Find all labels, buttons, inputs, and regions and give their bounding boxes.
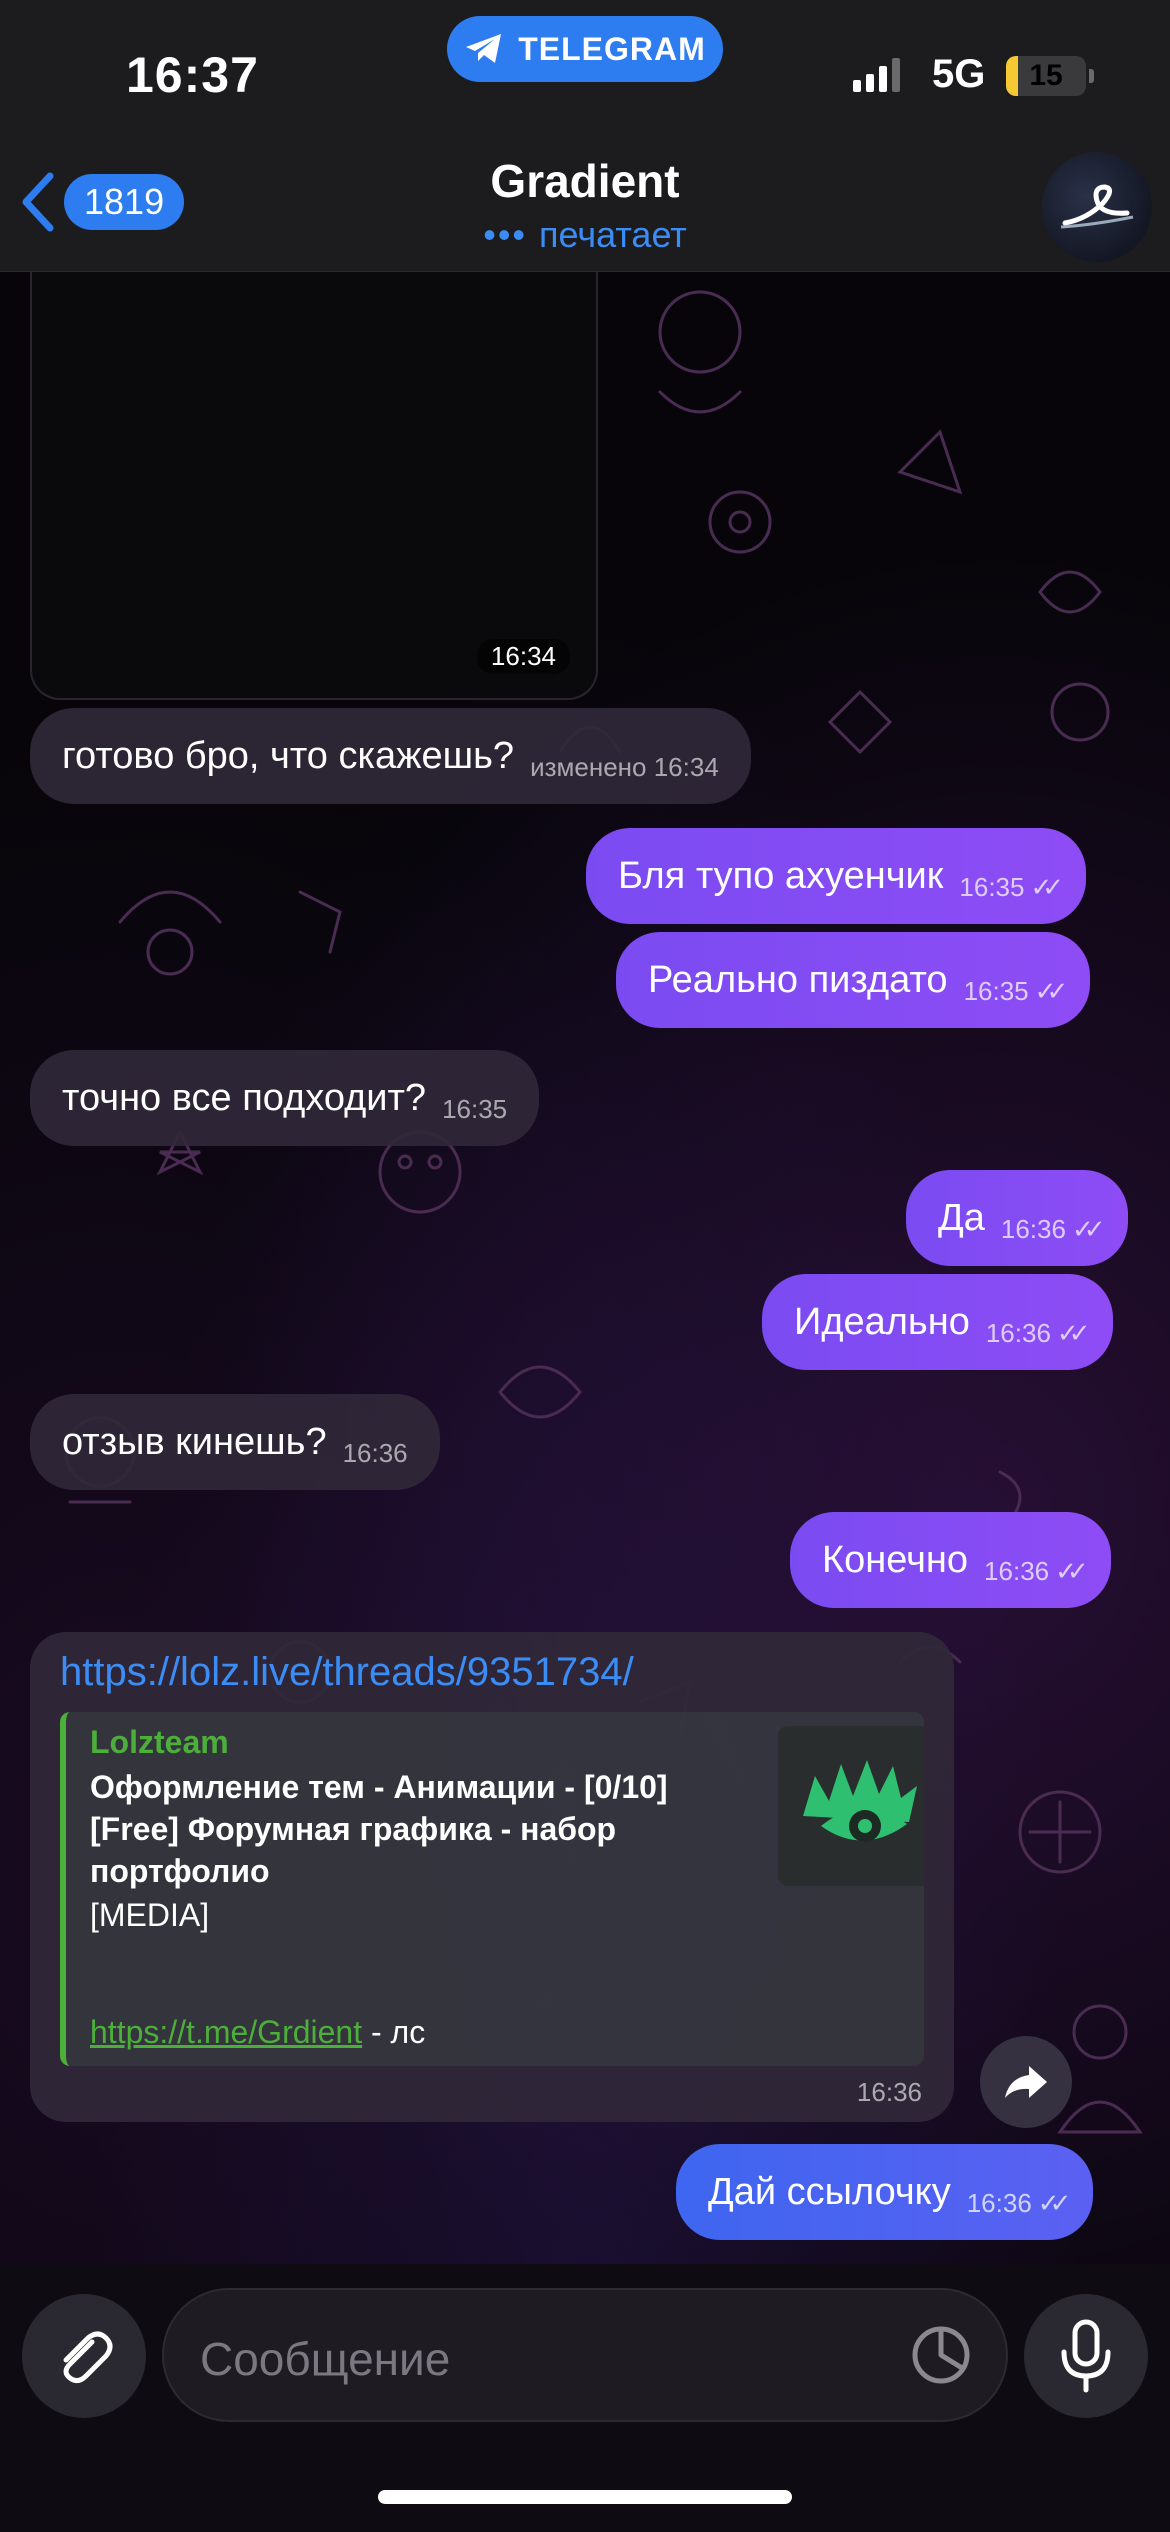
typing-label: печатает (539, 214, 687, 255)
signal-icon (853, 58, 900, 92)
sticker-icon[interactable] (906, 2320, 976, 2390)
preview-link-suffix: - лс (362, 2014, 426, 2050)
battery-cap (1089, 69, 1094, 83)
message-text: Реально пиздато (648, 958, 948, 1001)
message-meta: 16:36 (342, 1437, 408, 1468)
message-text: отзыв кинешь? (62, 1420, 327, 1463)
voice-record-button[interactable] (1024, 2294, 1148, 2418)
telegram-pill[interactable]: TELEGRAM (447, 16, 723, 82)
gradient-logo-icon (1060, 184, 1134, 229)
message-outgoing[interactable]: Бля тупо ахуенчик 16:35 ✓✓ (586, 828, 1087, 924)
message-text: Конечно (822, 1538, 969, 1581)
message-time: 16:35 (959, 871, 1025, 902)
battery-level: 15 (1029, 59, 1063, 92)
read-ticks-icon: ✓✓ (1030, 871, 1063, 902)
message-time: 16:36 (1000, 1213, 1066, 1244)
media-message[interactable]: 16:34 (30, 272, 598, 700)
message-meta: 16:36 ✓✓ (984, 1555, 1088, 1587)
message-text: точно все подходит? (62, 1076, 427, 1119)
chat-title[interactable]: Gradient (0, 154, 1170, 208)
message-meta: 16:35 ✓✓ (963, 975, 1068, 1007)
lolz-eye-logo-icon (803, 1760, 917, 1842)
read-ticks-icon: ✓✓ (1071, 1213, 1105, 1244)
read-ticks-icon: ✓✓ (1055, 1555, 1088, 1586)
message-text: Дай ссылочку (708, 2170, 951, 2213)
message-meta: 16:36 ✓✓ (985, 1317, 1090, 1349)
message-meta: изменено 16:34 (530, 751, 719, 782)
preview-link[interactable]: https://t.me/Grdient (90, 2014, 362, 2050)
message-input[interactable]: Сообщение (162, 2288, 1008, 2422)
preview-site-name: Lolzteam (90, 1724, 229, 1760)
message-text: Да (938, 1196, 985, 1239)
status-time: 16:37 (126, 47, 259, 103)
message-meta: 16:35 (442, 1093, 508, 1124)
attach-button[interactable] (22, 2294, 146, 2418)
telegram-plane-icon (466, 34, 502, 63)
preview-footer: https://t.me/Grdient - лс (90, 2014, 425, 2051)
typing-dots-icon: ••• (483, 214, 528, 255)
message-incoming[interactable]: готово бро, что скажешь? изменено 16:34 (30, 708, 751, 804)
message-time: 16:36 (856, 2077, 922, 2107)
preview-description: [MEDIA] (90, 1897, 210, 1933)
message-time: 16:36 (984, 1555, 1050, 1586)
message-text: готово бро, что скажешь? (62, 734, 515, 777)
message-time: 16:36 (985, 1317, 1051, 1348)
message-incoming[interactable]: точно все подходит? 16:35 (30, 1050, 540, 1146)
telegram-pill-label: TELEGRAM (518, 30, 706, 67)
message-time: 16:36 (966, 2187, 1032, 2218)
message-outgoing[interactable]: Дай ссылочку 16:36 ✓✓ (676, 2144, 1094, 2240)
typing-status: ••• печатает (0, 214, 1170, 256)
message-outgoing[interactable]: Конечно 16:36 ✓✓ (790, 1512, 1111, 1608)
message-meta: 16:36 ✓✓ (1000, 1213, 1105, 1245)
home-indicator[interactable] (378, 2490, 792, 2504)
message-outgoing[interactable]: Да 16:36 ✓✓ (906, 1170, 1128, 1266)
microphone-icon (1061, 2319, 1111, 2393)
message-meta: 16:36 ✓✓ (966, 2187, 1071, 2219)
avatar[interactable] (1042, 152, 1152, 262)
forward-arrow-icon (1005, 2066, 1047, 2098)
preview-thumbnail (778, 1726, 924, 1886)
message-input-placeholder: Сообщение (200, 2333, 451, 2385)
message-time: 16:34 (476, 639, 570, 674)
message-time: 16:35 (963, 975, 1029, 1006)
link-preview[interactable]: Lolzteam Оформление тем - Анимации - [0/… (60, 1712, 924, 2066)
message-text: Бля тупо ахуенчик (618, 854, 944, 897)
message-incoming[interactable]: отзыв кинешь? 16:36 (30, 1394, 440, 1490)
link-message[interactable]: https://lolz.live/threads/9351734/ Lolzt… (30, 1632, 954, 2122)
message-outgoing[interactable]: Реально пиздато 16:35 ✓✓ (616, 932, 1091, 1028)
preview-title: Оформление тем - Анимации - [0/10] [Free… (90, 1769, 668, 1889)
read-ticks-icon: ✓✓ (1034, 975, 1068, 1006)
message-text: Идеально (794, 1300, 970, 1343)
message-link[interactable]: https://lolz.live/threads/9351734/ (60, 1650, 634, 1695)
top-bar: 16:37 TELEGRAM 5G 15 1819 Gradient ••• пе… (0, 0, 1170, 272)
paperclip-icon (63, 2331, 113, 2384)
battery-icon: 15 (1006, 56, 1086, 96)
message-meta: 16:35 ✓✓ (959, 871, 1063, 903)
share-button[interactable] (980, 2036, 1072, 2128)
read-ticks-icon: ✓✓ (1056, 1317, 1090, 1348)
message-outgoing[interactable]: Идеально 16:36 ✓✓ (762, 1274, 1113, 1370)
read-ticks-icon: ✓✓ (1037, 2187, 1071, 2218)
network-type: 5G (932, 52, 986, 96)
